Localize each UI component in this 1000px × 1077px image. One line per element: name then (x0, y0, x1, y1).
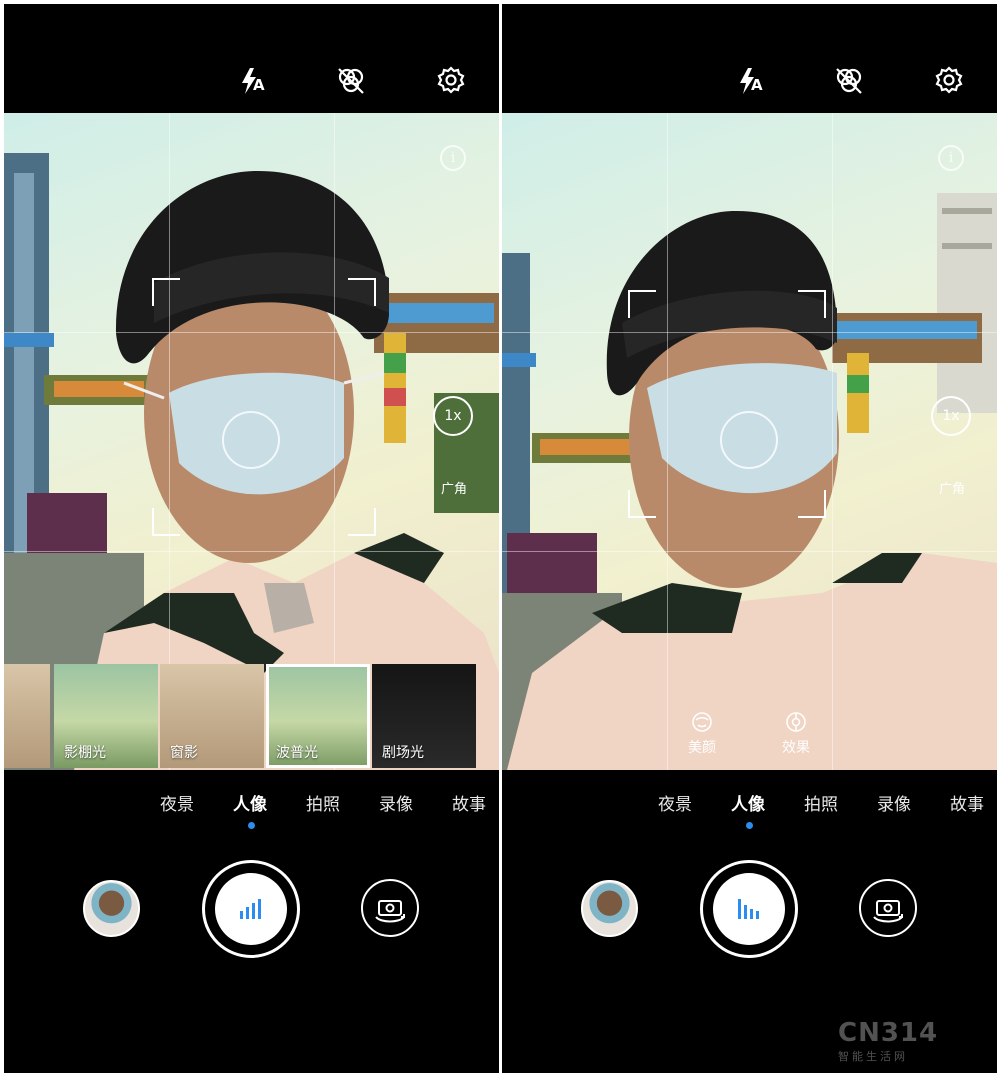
filter-label: 影棚光 (64, 745, 106, 761)
info-icon[interactable]: i (938, 145, 964, 171)
camera-viewfinder[interactable]: i 1x 广角 影棚光 窗影 波普光 剧场光 (4, 113, 499, 770)
zoom-button[interactable]: 1x (433, 396, 473, 436)
filter-thumbnail-partial[interactable] (4, 664, 50, 768)
switch-camera-button[interactable] (361, 879, 419, 937)
mode-video[interactable]: 录像 (379, 790, 413, 815)
mode-bar: 夜景 人像 拍照 录像 故事 (4, 790, 499, 830)
effect-aperture-icon (786, 712, 806, 732)
mode-night[interactable]: 夜景 (160, 790, 194, 815)
lighting-filter-strip: 影棚光 窗影 波普光 剧场光 (4, 656, 499, 770)
flash-auto-icon[interactable]: A (734, 64, 768, 98)
shutter-button[interactable] (202, 860, 300, 958)
mode-photo[interactable]: 拍照 (804, 790, 838, 815)
filter-label: 剧场光 (382, 745, 424, 761)
active-mode-indicator (746, 822, 753, 829)
grid-line (502, 551, 997, 552)
filter-off-icon[interactable] (832, 64, 866, 98)
filter-pop-light[interactable]: 波普光 (266, 664, 370, 768)
watermark-brand: CN314 (838, 1018, 939, 1048)
effect-button[interactable]: 效果 (766, 711, 826, 757)
shutter-inner (215, 873, 287, 945)
filter-off-icon[interactable] (334, 64, 368, 98)
beauty-button[interactable]: 美颜 (672, 711, 732, 757)
watermark-tagline: 智能生活网 (838, 1050, 908, 1063)
focus-ring (222, 411, 280, 469)
switch-camera-button[interactable] (859, 879, 917, 937)
focus-ring (720, 411, 778, 469)
face-focus-frame (152, 278, 376, 536)
info-icon[interactable]: i (440, 145, 466, 171)
flash-mode-label: A (253, 76, 265, 94)
mode-night[interactable]: 夜景 (658, 790, 692, 815)
bars-icon (738, 899, 759, 919)
grid-line (4, 551, 499, 552)
settings-gear-icon[interactable] (932, 64, 966, 98)
shutter-button[interactable] (700, 860, 798, 958)
gallery-thumbnail[interactable] (83, 880, 140, 937)
flash-auto-icon[interactable]: A (236, 64, 270, 98)
zoom-button[interactable]: 1x (931, 396, 971, 436)
bars-icon (240, 899, 261, 919)
flash-mode-label: A (751, 76, 763, 94)
camera-viewfinder[interactable]: i 1x 广角 美颜 效果 (502, 113, 997, 770)
effect-label: 效果 (782, 740, 810, 756)
mode-video[interactable]: 录像 (877, 790, 911, 815)
mode-story[interactable]: 故事 (452, 790, 486, 815)
filter-studio-light[interactable]: 影棚光 (54, 664, 158, 768)
beauty-label: 美颜 (688, 740, 716, 756)
mode-portrait[interactable]: 人像 (233, 790, 267, 815)
wide-angle-label[interactable]: 广角 (939, 478, 965, 497)
face-focus-frame (628, 290, 826, 518)
top-bar: A (502, 4, 997, 113)
switch-camera-icon (375, 900, 405, 923)
settings-gear-icon[interactable] (434, 64, 468, 98)
active-mode-indicator (248, 822, 255, 829)
mode-story[interactable]: 故事 (950, 790, 984, 815)
beauty-face-icon (692, 712, 712, 732)
grid-line (832, 113, 833, 770)
mode-portrait[interactable]: 人像 (731, 790, 765, 815)
site-watermark: CN314 智能生活网 (838, 1018, 938, 1064)
mode-bar: 夜景 人像 拍照 录像 故事 (502, 790, 997, 830)
wide-angle-label[interactable]: 广角 (441, 478, 467, 497)
top-bar: A (4, 4, 499, 113)
camera-screen-left: A i 1x 广角 影棚光 窗影 波普光 剧场光 夜景 人像 拍照 录像 故事 (4, 4, 499, 1073)
mode-photo[interactable]: 拍照 (306, 790, 340, 815)
switch-camera-icon (873, 900, 903, 923)
filter-window-shadow[interactable]: 窗影 (160, 664, 264, 768)
camera-screen-right: A i 1x 广角 美颜 效果 夜景 人像 拍照 录像 故事 (502, 4, 997, 1073)
filter-label: 波普光 (276, 745, 318, 761)
filter-theater-light[interactable]: 剧场光 (372, 664, 476, 768)
filter-label: 窗影 (170, 745, 198, 761)
gallery-thumbnail[interactable] (581, 880, 638, 937)
shutter-inner (713, 873, 785, 945)
